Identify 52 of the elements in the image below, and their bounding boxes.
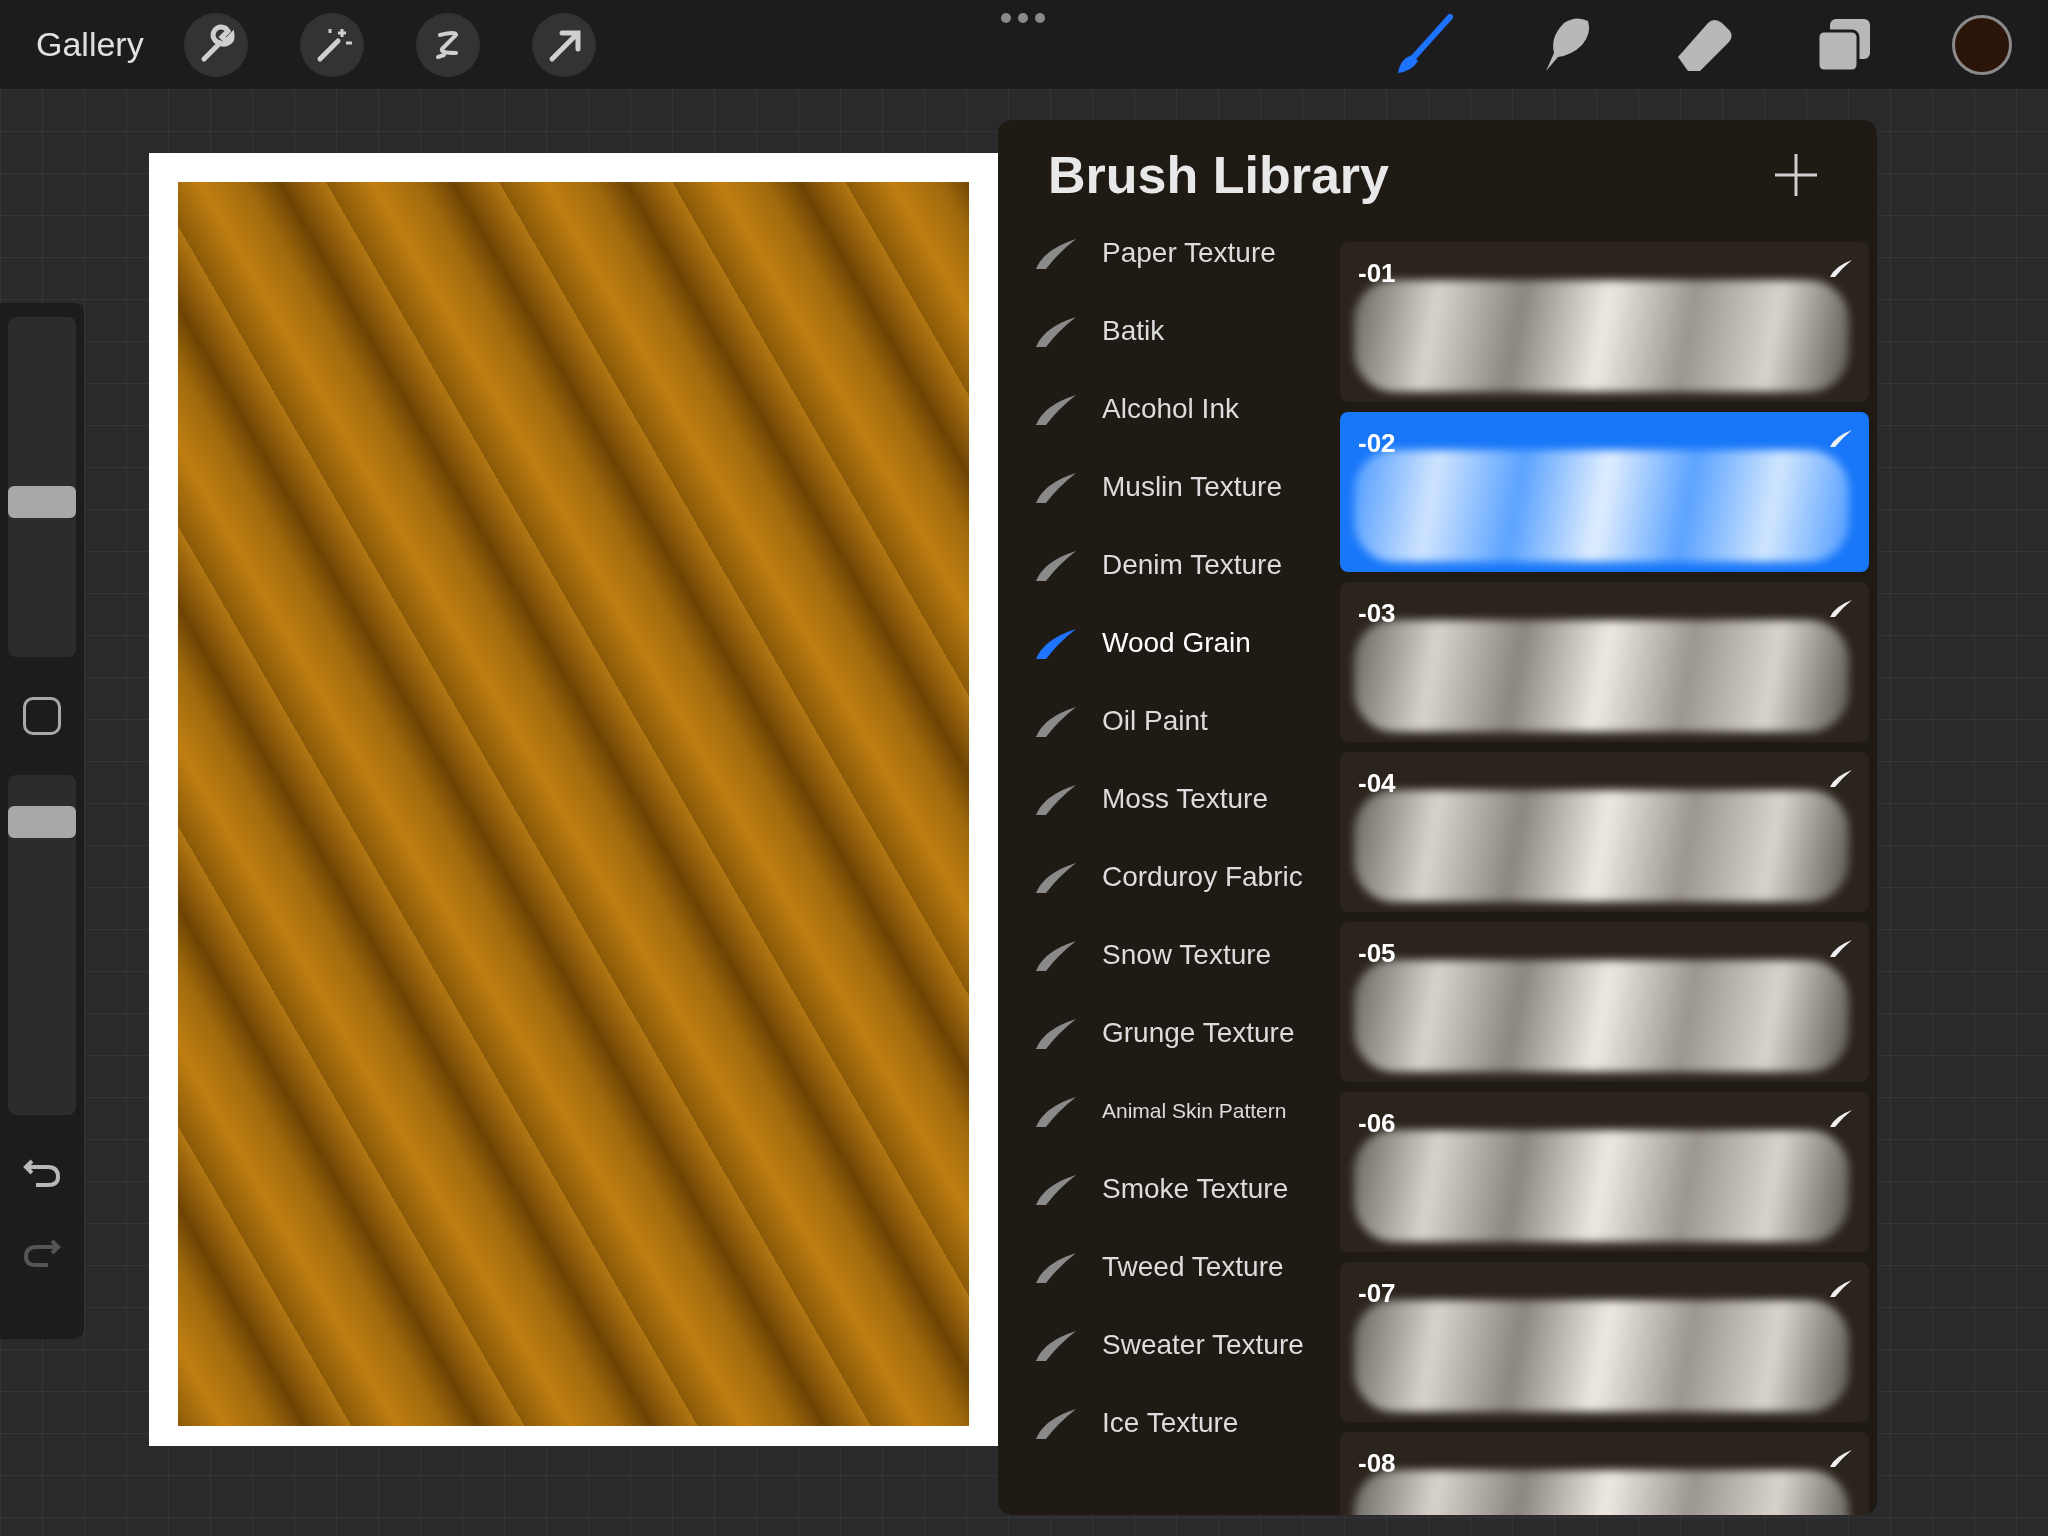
brush-name: -01	[1358, 257, 1396, 290]
brush-name: -06	[1358, 1107, 1396, 1140]
opacity-slider[interactable]	[8, 775, 76, 1115]
panel-title: Brush Library	[1048, 145, 1389, 206]
brush-name: -05	[1358, 937, 1396, 970]
add-icon[interactable]	[1775, 154, 1817, 196]
brush-set-item[interactable]: Alcohol Ink	[1034, 370, 1340, 448]
brush-stroke-icon	[1829, 938, 1853, 958]
brush-name: -02	[1358, 427, 1396, 460]
slider-thumb[interactable]	[8, 486, 76, 519]
brush-name: -07	[1358, 1277, 1396, 1310]
brush-set-item[interactable]: Denim Texture	[1034, 526, 1340, 604]
brush-size-slider[interactable]	[8, 317, 76, 657]
brush-card[interactable]: -04	[1340, 752, 1869, 912]
brush-set-item[interactable]: Tweed Texture	[1034, 1228, 1340, 1306]
brush-name: -04	[1358, 767, 1396, 800]
brush-card[interactable]: -02	[1340, 412, 1869, 572]
brush-set-item[interactable]: Moss Texture	[1034, 760, 1340, 838]
slider-thumb[interactable]	[8, 805, 76, 838]
brush-card[interactable]: -03	[1340, 582, 1869, 742]
brush-set-item[interactable]: Grunge Texture	[1034, 994, 1340, 1072]
brush-stroke-icon	[1829, 768, 1853, 788]
brush-stroke-icon	[1829, 1108, 1853, 1128]
brush-set-item[interactable]: Smoke Texture	[1034, 1150, 1340, 1228]
brush-set-item[interactable]: Sweater Texture	[1034, 1306, 1340, 1384]
brush-card[interactable]: -07	[1340, 1262, 1869, 1422]
brush-set-item[interactable]: Ice Texture	[1034, 1384, 1340, 1462]
brush-stroke-icon	[1829, 258, 1853, 278]
modify-button[interactable]	[23, 697, 61, 735]
brush-card[interactable]: -01	[1340, 242, 1869, 402]
brush-set-item[interactable]: Muslin Texture	[1034, 448, 1340, 526]
brush-card[interactable]: -08	[1340, 1432, 1869, 1515]
brush-stroke-icon	[1829, 1448, 1853, 1468]
brush-set-item[interactable]: Wood Grain	[1034, 604, 1340, 682]
brush-set-item[interactable]: Corduroy Fabric	[1034, 838, 1340, 916]
brush-stroke-icon	[1829, 598, 1853, 618]
brush-set-item[interactable]: Oil Paint	[1034, 682, 1340, 760]
brush-stroke-icon	[1829, 1278, 1853, 1298]
brush-stroke-icon	[1829, 428, 1853, 448]
brush-set-item[interactable]: Animal Skin Pattern	[1034, 1072, 1340, 1150]
brush-set-item[interactable]: Paper Texture	[1034, 214, 1340, 292]
brush-name: -08	[1358, 1447, 1396, 1480]
brush-name: -03	[1358, 597, 1396, 630]
wrench-icon[interactable]	[183, 12, 248, 77]
brush-set-item[interactable]: Snow Texture	[1034, 916, 1340, 994]
brush-card[interactable]: -06	[1340, 1092, 1869, 1252]
brush-card[interactable]: -05	[1340, 922, 1869, 1082]
gallery-button[interactable]: Gallery	[36, 19, 144, 70]
magic-wand-icon[interactable]	[299, 12, 364, 77]
selection-icon[interactable]	[415, 12, 480, 77]
brush-set-item[interactable]: Batik	[1034, 292, 1340, 370]
more-icon[interactable]	[1000, 12, 1046, 24]
